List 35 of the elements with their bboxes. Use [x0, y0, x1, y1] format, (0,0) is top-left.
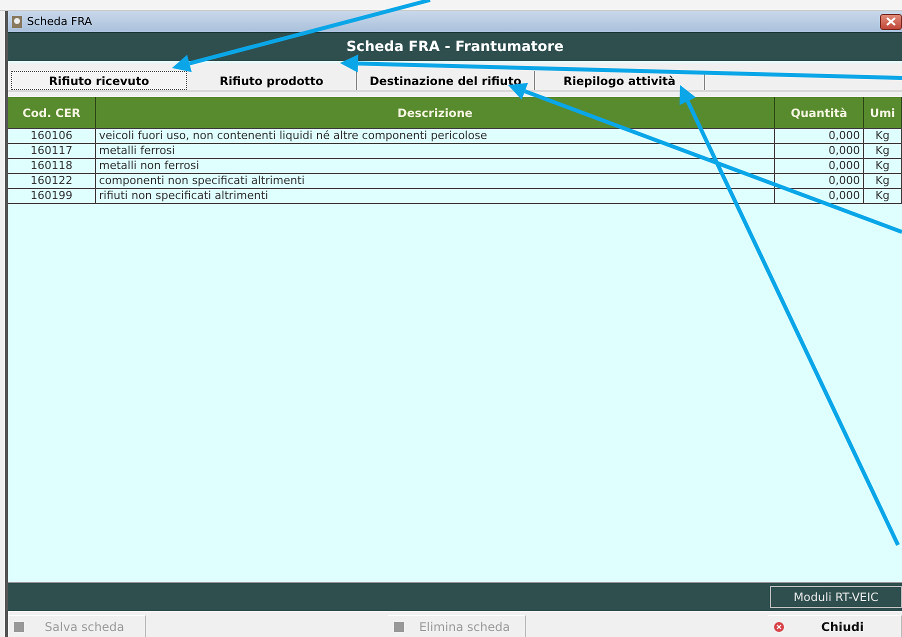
table-cell: Kg	[864, 144, 902, 158]
table-cell: rifiuti non specificati altrimenti	[96, 189, 775, 203]
table-cell: 160106	[8, 129, 96, 143]
column-header: Descrizione	[96, 97, 775, 128]
column-header: Quantità	[775, 97, 864, 128]
table-cell: 160122	[8, 174, 96, 188]
table-cell: Kg	[864, 159, 902, 173]
table-cell: 160117	[8, 144, 96, 158]
close-circle-icon	[774, 622, 784, 632]
app-icon	[10, 14, 24, 28]
table-cell: 0,000	[775, 144, 864, 158]
table-cell: 0,000	[775, 159, 864, 173]
table-cell: veicoli fuori uso, non contenenti liquidi né altre componenti pericolose	[96, 129, 775, 143]
table-cell: metalli ferrosi	[96, 144, 775, 158]
modules-button[interactable]: Moduli RT-VEIC	[770, 586, 902, 608]
window-title: Scheda FRA	[27, 15, 94, 28]
close-icon	[886, 17, 896, 26]
table-cell: Kg	[864, 174, 902, 188]
table-cell: Kg	[864, 189, 902, 203]
document-icon	[14, 622, 24, 632]
close-button[interactable]	[880, 14, 902, 30]
tab[interactable]: Rifiuto ricevuto	[11, 71, 187, 90]
table-cell: 160199	[8, 189, 96, 203]
form-header: Scheda FRA - Frantumatore	[8, 32, 902, 61]
table-cell: 160118	[8, 159, 96, 173]
table-cell: 0,000	[775, 174, 864, 188]
table-cell: 0,000	[775, 129, 864, 143]
column-header: Cod. CER	[8, 97, 96, 128]
footer-button[interactable]: Chiudi	[768, 615, 902, 637]
table-cell: metalli non ferrosi	[96, 159, 775, 173]
column-header: Umi	[864, 97, 902, 128]
table-cell: 0,000	[775, 189, 864, 203]
document-icon	[394, 622, 404, 632]
table-cell: componenti non specificati altrimenti	[96, 174, 775, 188]
table-cell: Kg	[864, 129, 902, 143]
